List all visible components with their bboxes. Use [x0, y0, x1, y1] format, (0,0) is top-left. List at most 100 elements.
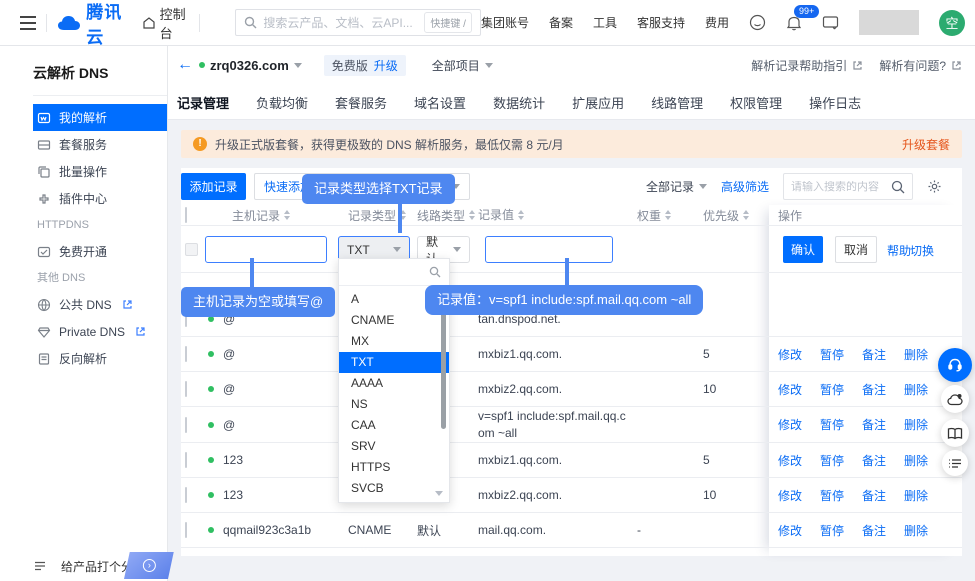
record-filter-select[interactable]: 全部记录: [646, 178, 707, 195]
delete-link[interactable]: 删除: [904, 346, 928, 363]
sidebar-item-free-activate[interactable]: 免费开通: [33, 238, 167, 265]
delete-link[interactable]: 删除: [904, 522, 928, 539]
account-name-redacted[interactable]: [859, 10, 919, 35]
option-caa[interactable]: CAA: [339, 415, 449, 436]
tab-statistics[interactable]: 数据统计: [493, 93, 545, 112]
rate-product-bar[interactable]: 给产品打个分 ›: [0, 551, 168, 581]
delete-link[interactable]: 删除: [904, 487, 928, 504]
remark-link[interactable]: 备注: [862, 416, 886, 433]
row-checkbox[interactable]: [185, 417, 187, 433]
dropdown-search[interactable]: [339, 259, 449, 286]
remark-link[interactable]: 备注: [862, 381, 886, 398]
modify-link[interactable]: 修改: [778, 346, 802, 363]
sort-icon[interactable]: [469, 210, 475, 220]
option-srv[interactable]: SRV: [339, 436, 449, 457]
row-checkbox[interactable]: [185, 452, 187, 468]
tab-domain-settings[interactable]: 域名设置: [414, 93, 466, 112]
add-record-button[interactable]: 添加记录: [181, 173, 246, 200]
domain-selector[interactable]: zrq0326.com: [210, 58, 289, 73]
pause-link[interactable]: 暂停: [820, 452, 844, 469]
pause-link[interactable]: 暂停: [820, 522, 844, 539]
nav-tools[interactable]: 工具: [593, 14, 617, 31]
sort-icon[interactable]: [284, 210, 290, 220]
sort-icon[interactable]: [665, 210, 671, 220]
tab-permissions[interactable]: 权限管理: [730, 93, 782, 112]
notification-bell-icon[interactable]: 99+: [786, 14, 802, 31]
record-value-input[interactable]: [485, 236, 613, 263]
sidebar-item-public-dns[interactable]: 公共 DNS: [33, 291, 167, 318]
console-collection-icon[interactable]: [822, 15, 839, 30]
sidebar-item-plan-service[interactable]: 套餐服务: [33, 131, 167, 158]
record-search[interactable]: [783, 173, 913, 200]
nav-billing[interactable]: 费用: [705, 14, 729, 31]
global-search[interactable]: 快捷键 /: [235, 9, 481, 36]
modify-link[interactable]: 修改: [778, 452, 802, 469]
nav-icp-filing[interactable]: 备案: [549, 14, 573, 31]
column-settings-gear-icon[interactable]: [927, 179, 942, 194]
sidebar-item-batch-operation[interactable]: 批量操作: [33, 158, 167, 185]
option-aaaa[interactable]: AAAA: [339, 373, 449, 394]
record-search-input[interactable]: [791, 181, 891, 193]
tab-extensions[interactable]: 扩展应用: [572, 93, 624, 112]
host-record-input[interactable]: [205, 236, 327, 263]
remark-link[interactable]: 备注: [862, 522, 886, 539]
delete-link[interactable]: 删除: [904, 416, 928, 433]
switch-link[interactable]: 切换: [910, 242, 934, 259]
modify-link[interactable]: 修改: [778, 487, 802, 504]
sidebar-item-private-dns[interactable]: Private DNS: [33, 318, 167, 345]
hamburger-menu-icon[interactable]: [20, 12, 36, 34]
help-guide-link[interactable]: 解析记录帮助指引: [751, 57, 863, 74]
customer-service-button[interactable]: [938, 348, 972, 382]
delete-link[interactable]: 删除: [904, 452, 928, 469]
avatar[interactable]: 空: [939, 10, 965, 36]
pause-link[interactable]: 暂停: [820, 416, 844, 433]
tab-plan-service[interactable]: 套餐服务: [335, 93, 387, 112]
cloud-assistant-button[interactable]: [941, 385, 969, 413]
cancel-button[interactable]: 取消: [835, 236, 877, 263]
option-ns[interactable]: NS: [339, 394, 449, 415]
select-all-checkbox[interactable]: [185, 207, 187, 223]
modify-link[interactable]: 修改: [778, 522, 802, 539]
tab-operation-log[interactable]: 操作日志: [809, 93, 861, 112]
project-selector[interactable]: 全部项目: [432, 57, 493, 74]
advanced-filter-link[interactable]: 高级筛选: [721, 178, 769, 195]
tab-load-balancing[interactable]: 负载均衡: [256, 93, 308, 112]
sort-icon[interactable]: [743, 210, 749, 220]
remark-link[interactable]: 备注: [862, 487, 886, 504]
delete-link[interactable]: 删除: [904, 381, 928, 398]
modify-link[interactable]: 修改: [778, 416, 802, 433]
option-svcb[interactable]: SVCB: [339, 478, 449, 499]
confirm-button[interactable]: 确认: [783, 236, 823, 263]
rate-ribbon[interactable]: ›: [124, 552, 174, 579]
sidebar-item-my-dns[interactable]: 我的解析: [33, 104, 167, 131]
nav-support[interactable]: 客服支持: [637, 14, 685, 31]
sort-icon[interactable]: [518, 210, 524, 220]
pause-link[interactable]: 暂停: [820, 381, 844, 398]
tencent-cloud-logo[interactable]: 腾讯云: [57, 0, 125, 48]
sidebar-item-reverse-dns[interactable]: 反向解析: [33, 345, 167, 372]
help-link[interactable]: 帮助: [887, 242, 911, 259]
remark-link[interactable]: 备注: [862, 346, 886, 363]
pause-link[interactable]: 暂停: [820, 346, 844, 363]
option-mx[interactable]: MX: [339, 331, 449, 352]
console-link[interactable]: 控制台: [142, 4, 189, 42]
row-checkbox[interactable]: [185, 346, 187, 362]
option-https[interactable]: HTTPS: [339, 457, 449, 478]
back-button[interactable]: ←: [177, 56, 193, 74]
row-checkbox[interactable]: [185, 381, 187, 397]
documentation-button[interactable]: [941, 419, 969, 447]
option-txt-selected[interactable]: TXT: [339, 352, 449, 373]
sidebar-item-plugin-center[interactable]: 插件中心: [33, 185, 167, 212]
tab-record-management[interactable]: 记录管理: [177, 93, 229, 112]
plan-upgrade-link[interactable]: 升级: [374, 57, 398, 74]
upgrade-plan-link[interactable]: 升级套餐: [902, 136, 950, 153]
tab-line-management[interactable]: 线路管理: [651, 93, 703, 112]
dns-problem-link[interactable]: 解析有问题?: [879, 57, 962, 74]
feedback-icon[interactable]: [749, 14, 766, 31]
row-checkbox[interactable]: [185, 487, 187, 503]
nav-group-account[interactable]: 集团账号: [481, 14, 529, 31]
global-search-input[interactable]: [263, 16, 418, 30]
survey-button[interactable]: [942, 450, 968, 476]
remark-link[interactable]: 备注: [862, 452, 886, 469]
modify-link[interactable]: 修改: [778, 381, 802, 398]
